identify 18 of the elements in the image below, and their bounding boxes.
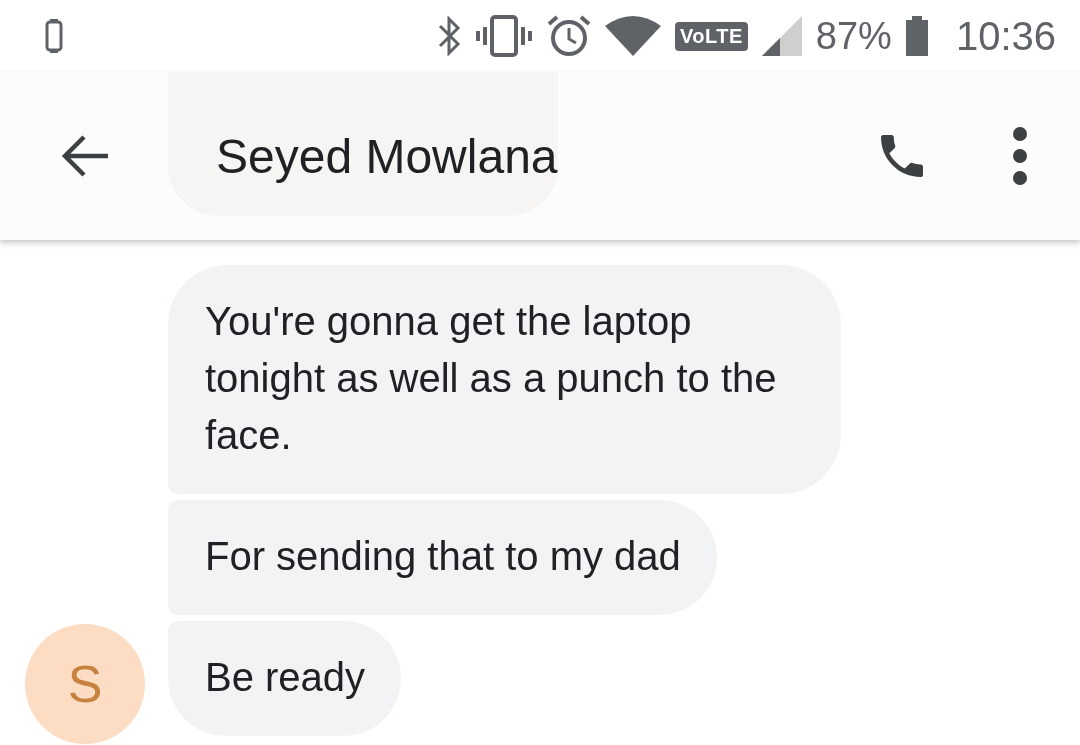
message-bubble: For sending that to my dad [168, 500, 717, 615]
volte-badge: VoLTE [674, 21, 748, 51]
alarm-icon [546, 14, 591, 58]
contact-avatar: S [25, 624, 145, 744]
message-bubble: You're gonna get the laptop tonight as well as a punch to the face. [168, 265, 841, 494]
battery-icon [905, 16, 928, 56]
wifi-icon [604, 16, 661, 56]
watch-icon [44, 19, 64, 53]
signal-icon [761, 16, 802, 56]
contact-name: Seyed Mowlana [216, 128, 558, 184]
more-options-button[interactable] [1010, 124, 1030, 188]
clock-time: 10:36 [955, 13, 1056, 59]
vibrate-icon [474, 15, 533, 57]
bluetooth-icon [436, 16, 461, 56]
message-bubble: Be ready [168, 621, 402, 736]
back-arrow-icon [60, 134, 110, 178]
battery-percent: 87% [815, 14, 892, 58]
more-vert-icon [1010, 124, 1030, 188]
